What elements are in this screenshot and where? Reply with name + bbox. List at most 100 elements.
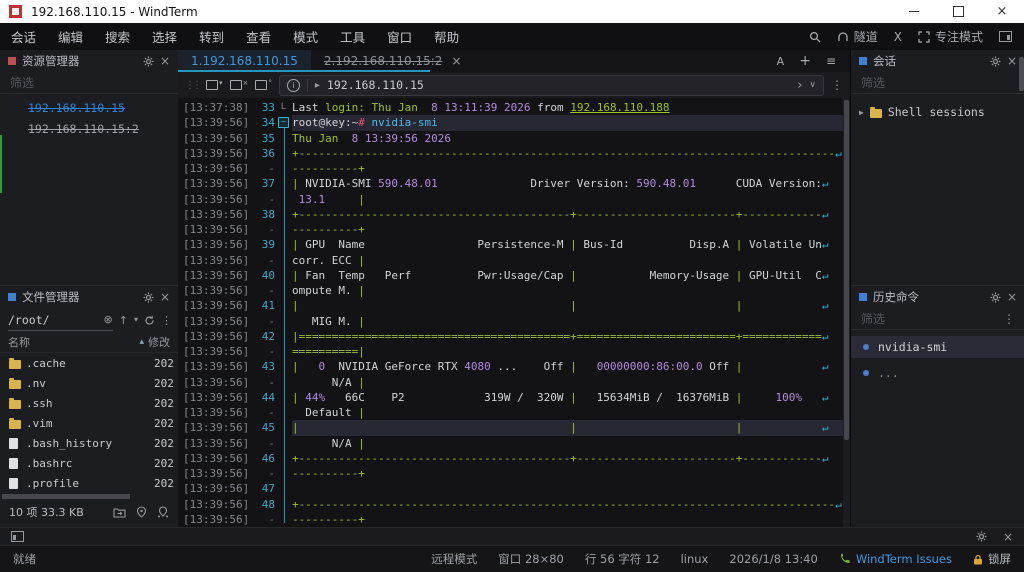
file-row[interactable]: .nv2026	[0, 373, 178, 393]
sessions-scrollbar-thumb[interactable]	[1019, 57, 1024, 91]
terminal-line-number: -	[249, 222, 275, 237]
column-name[interactable]: 名称	[8, 334, 139, 350]
address-dropdown-icon[interactable]: ∨	[809, 80, 816, 90]
up-directory-icon[interactable]: ↑	[119, 315, 128, 326]
sessions-tree-item[interactable]: ▶ Shell sessions	[851, 101, 1024, 123]
terminal-scrollbar-thumb[interactable]	[844, 100, 849, 440]
file-row[interactable]: .bashrc2024	[0, 453, 178, 473]
files-horizontal-scrollbar[interactable]	[0, 493, 178, 500]
menu-item-模式[interactable]: 模式	[282, 30, 329, 45]
files-close-icon[interactable]: ×	[160, 291, 170, 303]
bottom-panel-close-icon[interactable]: ×	[1003, 531, 1013, 543]
terminal-timestamp: [13:39:56]	[178, 344, 249, 359]
locate-file-icon[interactable]	[136, 506, 147, 518]
layout-panel-icon[interactable]	[999, 31, 1012, 42]
file-row[interactable]: .vim2026	[0, 413, 178, 433]
minimize-button[interactable]	[892, 0, 936, 23]
terminal-scrollbar[interactable]	[843, 98, 850, 527]
close-terminal-icon[interactable]: ×	[230, 80, 249, 90]
terminal-line-number: 42	[249, 329, 275, 344]
explorer-filter-input[interactable]: 筛选	[0, 72, 178, 94]
close-button[interactable]: ×	[980, 0, 1024, 23]
status-mode[interactable]: 远程模式	[431, 551, 477, 567]
refresh-icon[interactable]	[144, 315, 155, 326]
menu-item-工具[interactable]: 工具	[329, 30, 376, 45]
files-scrollbar-thumb[interactable]	[2, 494, 130, 499]
menu-item-转到[interactable]: 转到	[188, 30, 235, 45]
file-row[interactable]: .ssh2026	[0, 393, 178, 413]
file-row[interactable]: .cache2026	[0, 353, 178, 373]
explorer-settings-gear-icon[interactable]	[143, 56, 154, 67]
files-settings-gear-icon[interactable]	[143, 292, 154, 303]
explorer-session-item[interactable]: 192.168.110.15:2	[0, 118, 178, 139]
status-window-size[interactable]: 窗口 28×80	[498, 551, 564, 567]
menu-item-编辑[interactable]: 编辑	[47, 30, 94, 45]
search-icon[interactable]	[809, 31, 821, 43]
fold-collapse-icon[interactable]: −	[278, 117, 289, 128]
menu-item-会话[interactable]: 会话	[0, 30, 47, 45]
address-bar[interactable]: i ▸ 192.168.110.15 › ∨	[279, 75, 824, 96]
terminal-line-number: -	[249, 161, 275, 176]
send-chevron-icon[interactable]: ›	[797, 78, 802, 93]
sessions-close-icon[interactable]: ×	[1007, 55, 1017, 67]
tab-session-1[interactable]: 1.192.168.110.15	[178, 50, 311, 72]
file-icon	[9, 478, 26, 489]
explorer-session-item[interactable]: 192.168.110.15	[0, 97, 178, 118]
terminal-fold-marker[interactable]: −	[275, 115, 292, 130]
clear-path-icon[interactable]: ⊗	[104, 314, 113, 325]
menu-item-窗口[interactable]: 窗口	[376, 30, 423, 45]
bottom-panel-strip: ×	[0, 527, 1024, 545]
lock-icon	[973, 554, 983, 565]
menu-item-搜索[interactable]: 搜索	[94, 30, 141, 45]
terminal-timestamp: [13:39:56]	[178, 359, 249, 374]
new-terminal-icon[interactable]: ▾	[206, 80, 223, 90]
font-size-button[interactable]: A	[777, 55, 785, 68]
maximize-button[interactable]	[936, 0, 980, 23]
file-row[interactable]: .profile2024	[0, 473, 178, 493]
history-close-icon[interactable]: ×	[1007, 291, 1017, 303]
history-more-icon[interactable]: ⋮	[1003, 313, 1015, 325]
windterm-issues-link[interactable]: WindTerm Issues	[839, 552, 952, 566]
session-info-icon[interactable]: i	[287, 79, 300, 92]
menu-item-帮助[interactable]: 帮助	[423, 30, 470, 45]
terminal-line-number: -	[249, 192, 275, 207]
status-cursor-position[interactable]: 行 56 字符 12	[585, 551, 660, 567]
new-tab-button[interactable]: +	[799, 53, 811, 69]
path-input[interactable]: /root/ ⊗	[8, 310, 113, 331]
files-more-icon[interactable]: ⋮	[161, 315, 172, 326]
file-row[interactable]: .bash_history2026	[0, 433, 178, 453]
sessions-settings-gear-icon[interactable]	[990, 56, 1001, 67]
tab-session-2[interactable]: 2.192.168.110.15:2 ×	[311, 50, 475, 72]
tab-close-icon[interactable]: ×	[451, 54, 461, 68]
up-directory-dropdown-icon[interactable]: ▾	[134, 316, 138, 324]
terminal-fold-marker	[275, 283, 292, 298]
bottom-panel-gear-icon[interactable]	[976, 531, 987, 542]
menu-item-查看[interactable]: 查看	[235, 30, 282, 45]
terminal-line-number: 41	[249, 298, 275, 313]
status-os[interactable]: linux	[681, 552, 709, 566]
tree-expand-icon[interactable]: ▶	[859, 108, 864, 117]
terminal-view[interactable]: [13:37:38]33LLast login: Thu Jan 8 13:11…	[178, 98, 850, 527]
lock-screen-button[interactable]: 锁屏	[973, 551, 1011, 567]
terminal-panel-icon[interactable]	[11, 531, 24, 542]
toolbar-more-icon[interactable]: ⋮	[831, 79, 843, 91]
tab-list-menu-icon[interactable]: ≡	[826, 54, 836, 68]
close-icon: ×	[997, 5, 1008, 18]
history-filter-input[interactable]: 筛选	[861, 310, 885, 327]
focus-mode-button[interactable]: 专注模式	[918, 28, 983, 45]
history-command-item[interactable]: nvidia-smi	[851, 336, 1024, 358]
explorer-close-icon[interactable]: ×	[160, 55, 170, 67]
terminal-options-icon[interactable]: °	[255, 80, 272, 90]
follow-location-icon[interactable]	[157, 506, 169, 518]
address-host[interactable]: 192.168.110.15	[327, 78, 790, 92]
tunnel-button[interactable]: 隧道	[837, 28, 878, 45]
history-settings-gear-icon[interactable]	[990, 292, 1001, 303]
toolbar-drag-handle[interactable]: ⋮⋮	[185, 80, 199, 91]
column-modified[interactable]: 修改	[148, 334, 170, 350]
x-server-button[interactable]: X	[894, 30, 902, 44]
menu-item-选择[interactable]: 选择	[141, 30, 188, 45]
open-folder-icon[interactable]	[113, 507, 126, 518]
sessions-filter-input[interactable]: 筛选	[851, 72, 1024, 94]
history-command-item[interactable]: ...	[851, 362, 1024, 384]
files-column-header[interactable]: 名称 ▴ 修改	[0, 332, 178, 353]
